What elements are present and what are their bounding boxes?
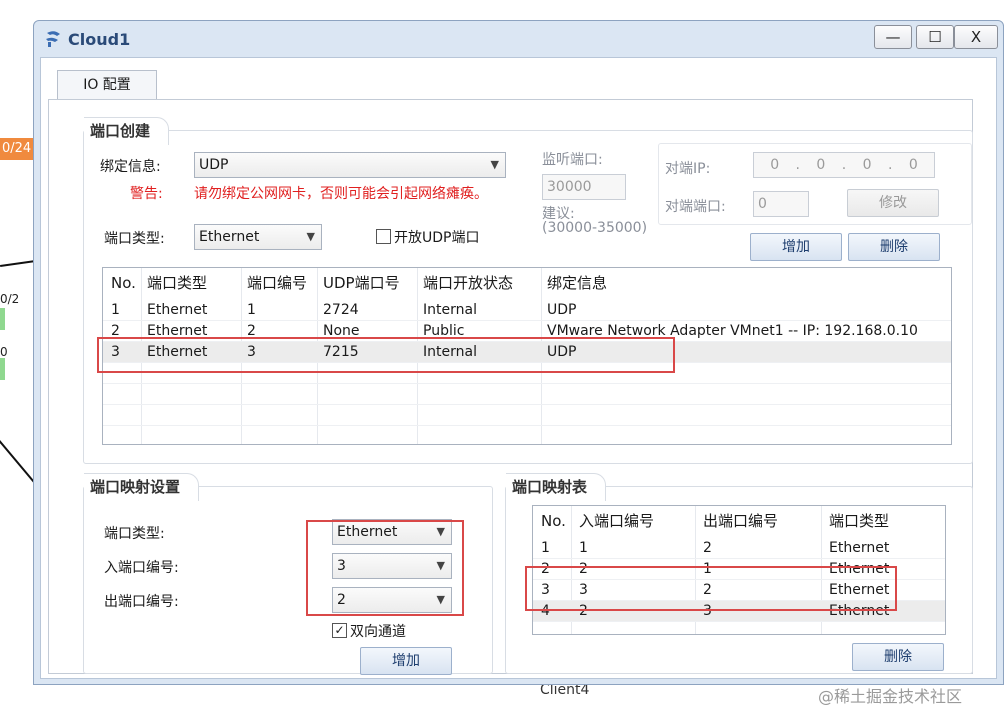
delete-mapping-button[interactable]: 删除: [852, 643, 944, 671]
highlight-port-row: [97, 337, 675, 373]
column-header: 入端口编号: [579, 512, 655, 530]
table-cell: 1: [111, 302, 120, 318]
column-header: No.: [111, 274, 136, 292]
close-button[interactable]: X: [954, 25, 998, 49]
ip-octet: 0: [816, 157, 826, 173]
cloud-app-icon: [46, 31, 60, 47]
column-header: 端口开放状态: [423, 274, 514, 292]
table-cell: Ethernet: [147, 302, 208, 318]
ip-dot: .: [795, 157, 800, 173]
table-cell: 2724: [323, 302, 359, 318]
mapping-port-type-label: 端口类型:: [104, 526, 165, 542]
port-creation-group: 端口创建 绑定信息: UDP ▼ 警告: 请勿绑定公网网卡，否则可能会引起网络瘫…: [83, 117, 973, 464]
watermark: @稀土掘金技术社区: [818, 687, 963, 706]
mapping-table-title: 端口映射表: [506, 473, 607, 501]
table-cell: 1: [247, 302, 256, 318]
bidirectional-checkbox[interactable]: ✓: [332, 623, 347, 638]
listen-port-input[interactable]: 30000: [542, 174, 626, 200]
peer-settings-box: 对端IP: 0 . 0 . 0 . 0 对端端口: 0 修改: [658, 143, 972, 225]
column-header: 绑定信息: [547, 274, 608, 292]
peer-ip-label: 对端IP:: [665, 161, 711, 177]
ip-octet: 0: [908, 157, 918, 173]
ip-octet: 0: [770, 157, 780, 173]
background-link: [0, 260, 34, 267]
add-mapping-button[interactable]: 增加: [360, 647, 452, 675]
open-udp-checkbox[interactable]: [376, 229, 391, 244]
ip-octet: 0: [862, 157, 872, 173]
bind-info-label: 绑定信息:: [100, 159, 161, 175]
table-cell: 1: [541, 540, 550, 556]
column-header: UDP端口号: [323, 274, 400, 292]
ip-dot: .: [887, 157, 893, 173]
in-port-label: 入端口编号:: [104, 560, 179, 576]
port-type-select[interactable]: Ethernet ▼: [194, 224, 322, 250]
maximize-button[interactable]: ☐: [916, 25, 954, 49]
peer-port-input[interactable]: 0: [753, 191, 809, 217]
column-header: No.: [541, 512, 566, 530]
tab-io-config[interactable]: IO 配置: [57, 70, 157, 100]
port-type-label: 端口类型:: [104, 231, 165, 247]
column-header: 端口类型: [829, 512, 890, 530]
mapping-settings-title: 端口映射设置: [84, 473, 200, 501]
table-cell: Internal: [423, 302, 477, 318]
background-label: 0/2: [0, 292, 20, 306]
warning-text: 请勿绑定公网网卡，否则可能会引起网络瘫痪。: [194, 186, 488, 202]
bidirectional-label: 双向通道: [350, 624, 406, 640]
column-header: 端口编号: [247, 274, 308, 292]
ip-dot: .: [841, 157, 847, 173]
out-port-label: 出端口编号:: [104, 594, 179, 610]
background-node: [0, 358, 5, 380]
bind-info-select[interactable]: UDP ▼: [194, 152, 506, 178]
highlight-mapping-settings: [306, 520, 464, 616]
table-row-empty: [103, 384, 951, 405]
table-row[interactable]: 1 Ethernet 1 2724 Internal UDP: [103, 300, 951, 321]
peer-port-label: 对端端口:: [665, 199, 726, 215]
column-header: 端口类型: [147, 274, 208, 292]
table-cell: 2: [703, 540, 712, 556]
chevron-down-icon: ▼: [306, 230, 315, 243]
column-header: 出端口编号: [703, 512, 779, 530]
highlight-mapping-rows: [525, 566, 897, 611]
window-title: Cloud1: [68, 30, 131, 49]
minimize-button[interactable]: —: [874, 25, 912, 49]
chevron-down-icon: ▼: [490, 158, 499, 171]
bind-info-value: UDP: [199, 157, 229, 173]
modify-button[interactable]: 修改: [847, 189, 939, 217]
title-bar[interactable]: Cloud1 — ☐ X: [34, 21, 1003, 57]
table-header: No. 端口类型 端口编号 UDP端口号 端口开放状态 绑定信息: [103, 268, 951, 298]
delete-port-button[interactable]: 删除: [848, 233, 940, 261]
background-node: [0, 308, 5, 330]
port-creation-title: 端口创建: [84, 117, 170, 145]
suggest-range: (30000-35000): [542, 220, 648, 236]
table-cell: 1: [579, 540, 588, 556]
table-row-empty: [103, 426, 951, 444]
port-type-value: Ethernet: [199, 229, 260, 245]
table-cell: UDP: [547, 302, 577, 318]
add-port-button[interactable]: 增加: [750, 233, 842, 261]
background-label: 0: [0, 345, 8, 359]
listen-port-label: 监听端口:: [542, 152, 603, 168]
peer-ip-input[interactable]: 0 . 0 . 0 . 0: [753, 152, 935, 178]
open-udp-label: 开放UDP端口: [394, 230, 480, 246]
table-header: No. 入端口编号 出端口编号 端口类型: [533, 506, 945, 536]
table-row[interactable]: 1 1 2 Ethernet: [533, 538, 945, 559]
background-port-tag: 0/24: [0, 138, 33, 160]
table-row-empty: [103, 405, 951, 426]
warning-label: 警告:: [130, 186, 163, 202]
table-cell: Ethernet: [829, 540, 890, 556]
